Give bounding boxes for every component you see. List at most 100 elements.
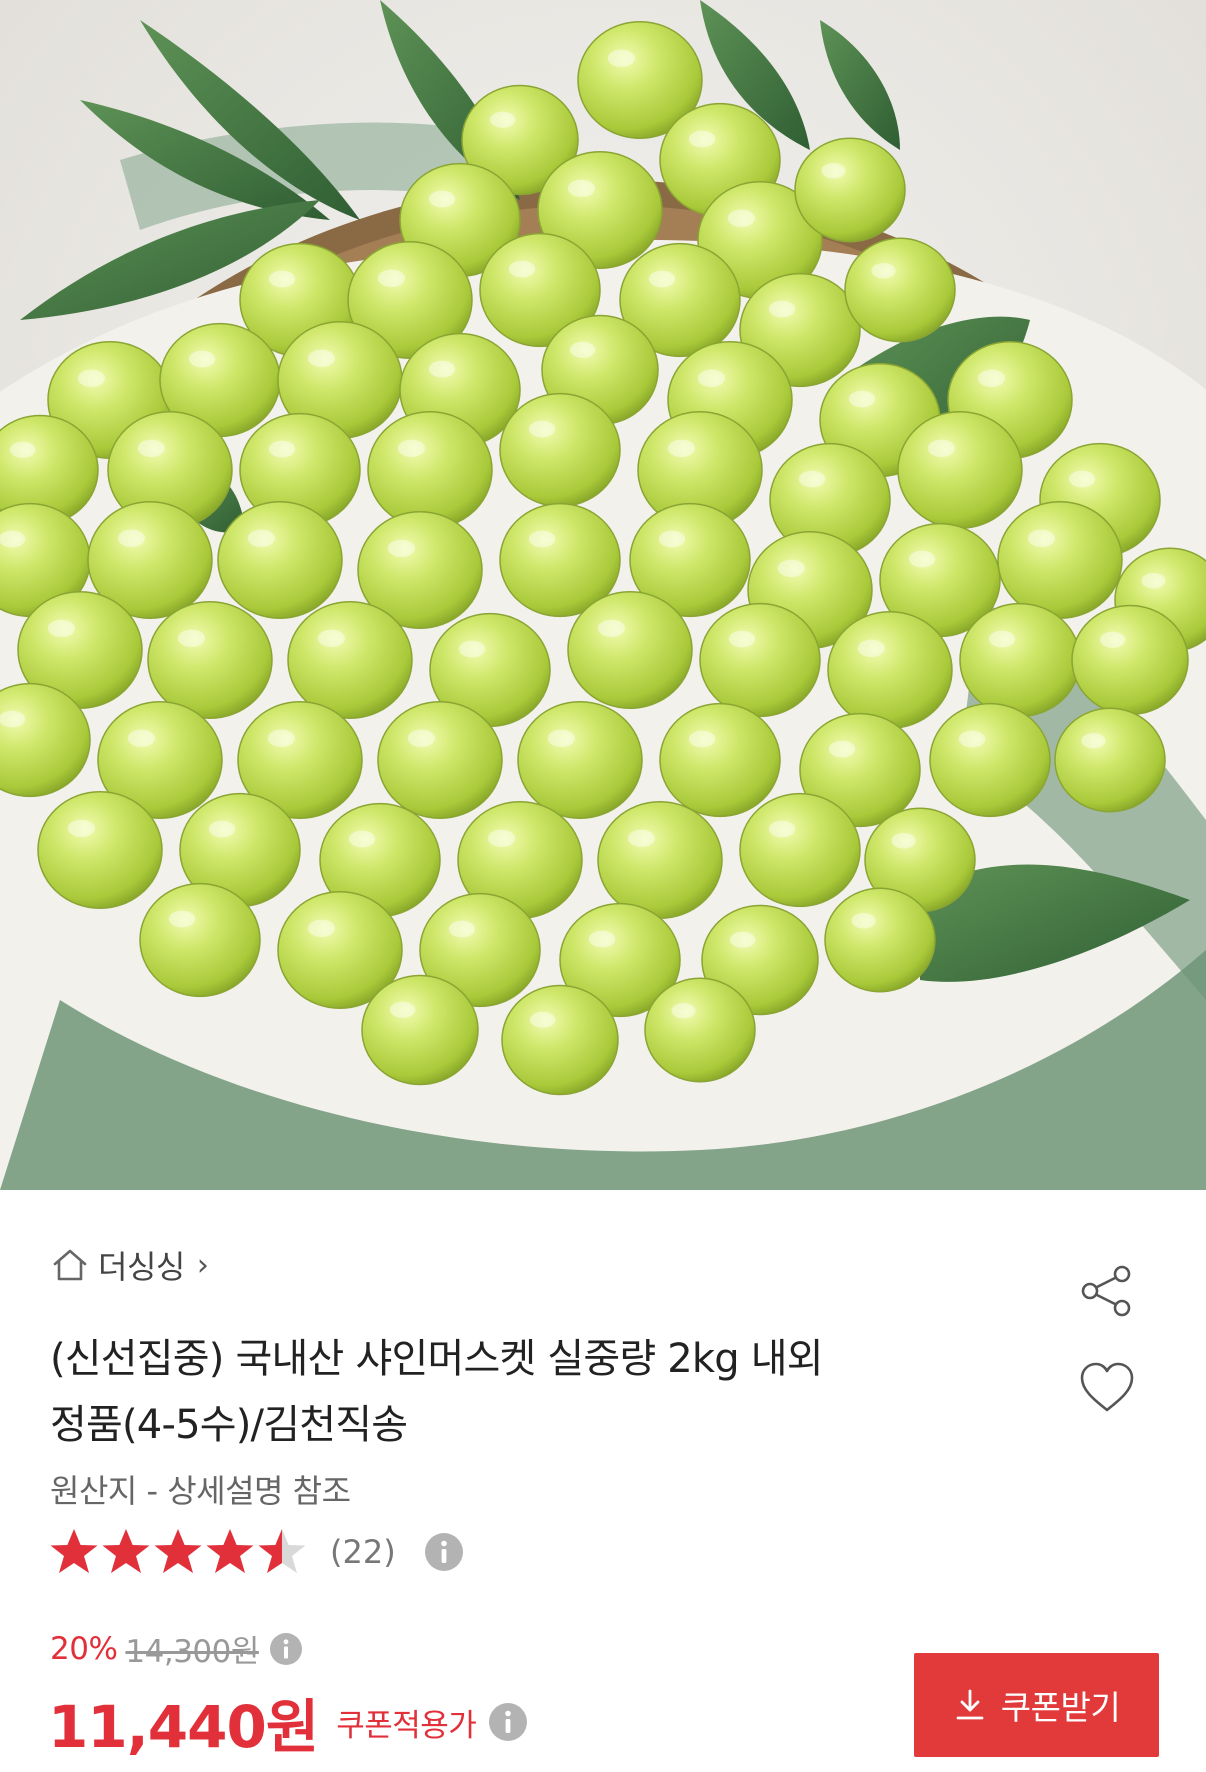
star-filled-icon (102, 1529, 150, 1573)
grape (959, 602, 1081, 718)
grape (1054, 707, 1166, 813)
grape (217, 500, 343, 620)
star-filled-icon (154, 1529, 202, 1573)
star-half-icon (258, 1529, 306, 1573)
grape-highlight (77, 369, 106, 387)
grape (567, 590, 693, 710)
price-info-icon[interactable] (269, 1632, 303, 1666)
grape-highlight (1081, 733, 1106, 749)
grape-highlight (397, 439, 426, 457)
grape (501, 984, 619, 1096)
grape-highlight (1027, 529, 1056, 547)
grape-highlight (307, 349, 336, 367)
grape-highlight (0, 530, 26, 548)
discount-rate: 20% (50, 1630, 118, 1667)
grape (377, 700, 503, 820)
grape-highlight (667, 439, 696, 457)
grape-highlight (1099, 631, 1126, 648)
grape-highlight (127, 729, 156, 747)
grape-highlight (908, 550, 936, 568)
product-title-line2: 정품(4-5수)/김천직송 (50, 1402, 408, 1448)
grape (827, 610, 953, 730)
grape (517, 700, 643, 820)
grape-highlight (569, 341, 596, 358)
grape-highlight (688, 130, 716, 148)
grape-highlight (448, 920, 476, 938)
grape (659, 702, 781, 818)
star-rating (48, 1526, 308, 1578)
grape-highlight (458, 640, 486, 658)
original-price: 14,300원 (125, 1634, 259, 1670)
grape-highlight (267, 729, 296, 747)
grape (287, 600, 413, 720)
grape (597, 800, 723, 920)
share-button[interactable] (1076, 1260, 1138, 1322)
grape-highlight (528, 420, 556, 438)
grape (929, 702, 1051, 818)
heart-icon (1080, 1362, 1134, 1412)
grapes-photo (0, 0, 1206, 1190)
grape-highlight (377, 269, 406, 287)
get-coupon-button[interactable]: 쿠폰받기 (914, 1653, 1159, 1757)
grape (844, 237, 956, 343)
download-icon (956, 1689, 984, 1720)
grape (997, 500, 1123, 620)
product-image[interactable] (0, 0, 1206, 1190)
product-title: (신선집중) 국내산 샤인머스켓 실중량 2kg 내외 정품(4-5수)/김천직… (50, 1326, 1010, 1458)
wishlist-button[interactable] (1076, 1358, 1138, 1420)
grape (499, 392, 621, 508)
review-count[interactable]: (22) (330, 1533, 396, 1571)
grape-highlight (317, 629, 346, 647)
grape-highlight (428, 360, 456, 378)
store-link[interactable]: 더싱싱 › (50, 1242, 209, 1288)
grape-highlight (728, 630, 756, 648)
grape (37, 790, 163, 910)
grape-highlight (768, 820, 796, 838)
home-icon (53, 1249, 87, 1281)
grape-highlight (727, 209, 756, 227)
grape-highlight (597, 619, 626, 637)
chevron-right-icon: › (196, 1247, 209, 1283)
grape-highlight (528, 530, 556, 548)
grape-highlight (268, 270, 296, 288)
rating-row[interactable]: (22) (48, 1526, 464, 1578)
store-name: 더싱싱 (98, 1248, 185, 1286)
origin-text: 원산지 - 상세설명 참조 (50, 1472, 351, 1510)
grape-highlight (117, 529, 146, 547)
grape-highlight (307, 919, 336, 937)
grape-highlight (658, 530, 686, 548)
grape-highlight (137, 439, 166, 457)
grape-highlight (1141, 573, 1166, 589)
grape-highlight (67, 819, 96, 837)
grape-highlight (798, 470, 826, 488)
grape-highlight (851, 913, 876, 929)
product-title-line1: (신선집중) 국내산 샤인머스켓 실중량 2kg 내외 (50, 1336, 824, 1382)
coupon-info-icon[interactable] (488, 1702, 528, 1742)
grape-highlight (857, 639, 886, 657)
grape-highlight (729, 931, 756, 948)
grape-highlight (9, 441, 36, 458)
grape (699, 602, 821, 718)
grape-highlight (567, 179, 596, 197)
rating-info-icon[interactable] (424, 1532, 464, 1572)
grape-highlight (777, 559, 806, 577)
grape-highlight (389, 1001, 416, 1018)
grape-highlight (671, 1003, 696, 1019)
grape (824, 887, 936, 993)
grape-highlight (958, 730, 986, 748)
grape-highlight (407, 729, 436, 747)
grape-highlight (627, 829, 656, 847)
grape-highlight (588, 930, 616, 948)
grape-highlight (348, 830, 376, 848)
grape (897, 410, 1023, 530)
grape-highlight (529, 1011, 556, 1028)
coupon-button-label: 쿠폰받기 (1000, 1689, 1121, 1726)
grape (139, 882, 261, 998)
final-price: 11,440원 (48, 1693, 319, 1761)
grape (367, 410, 493, 530)
star-filled-icon (50, 1529, 98, 1573)
grape-highlight (489, 111, 516, 128)
grape-highlight (607, 49, 636, 67)
grape-highlight (508, 260, 536, 278)
grape-highlight (688, 730, 716, 748)
